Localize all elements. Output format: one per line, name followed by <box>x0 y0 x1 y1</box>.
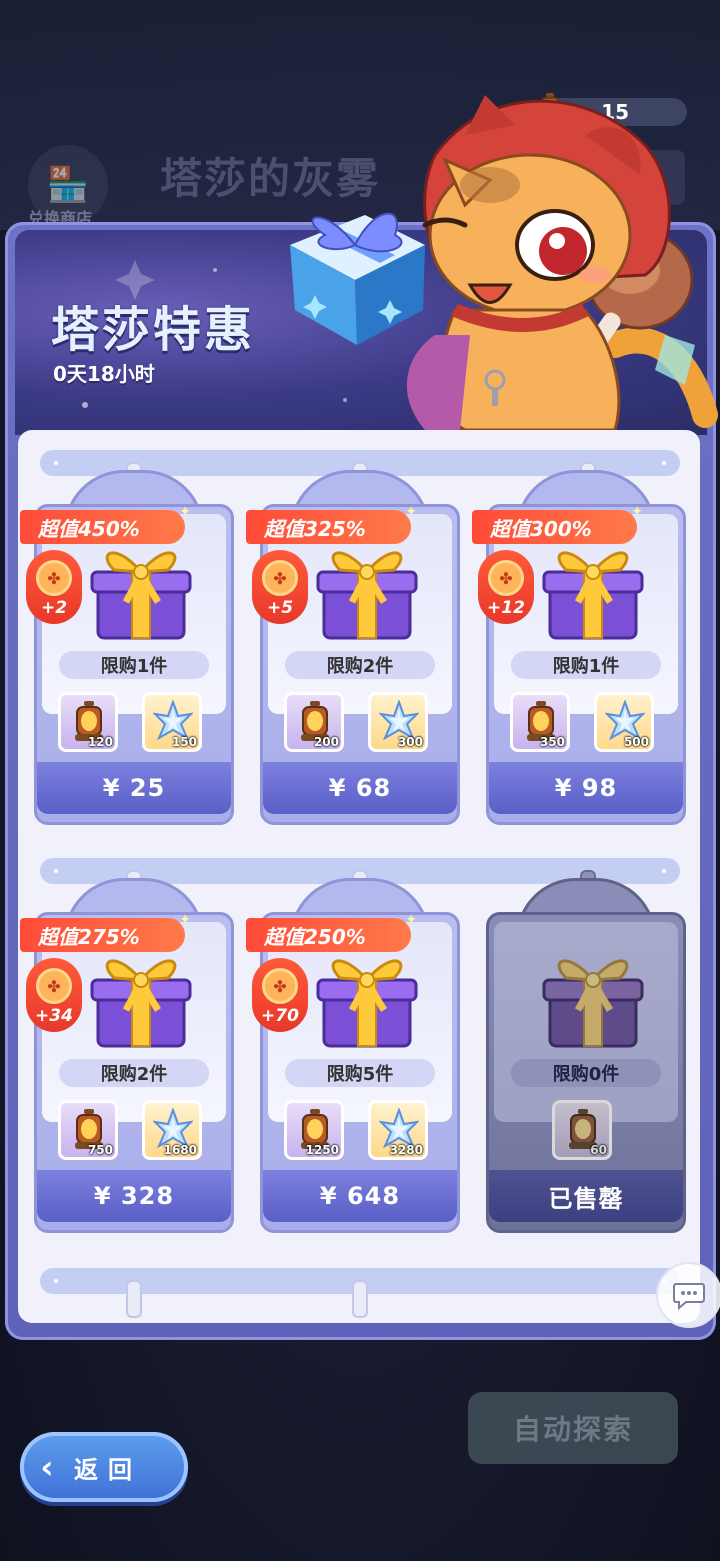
lantern-amount: 60 <box>590 1143 607 1157</box>
bonus-amount: +12 <box>487 598 525 618</box>
offer-card-2[interactable]: 超值325% ✤ +5 限购2件 200 300 <box>246 470 460 825</box>
clover-coin-icon: ✤ <box>262 560 298 596</box>
purchase-limit: 限购2件 <box>59 1059 209 1087</box>
value-ribbon-text: 超值250% <box>264 924 366 949</box>
shelf-peg <box>126 1280 142 1318</box>
reward-items: 1250 3280 <box>284 1100 444 1164</box>
sold-out-label: 已售罄 <box>489 1170 683 1222</box>
purchase-button[interactable]: ¥ 68 <box>263 762 457 814</box>
back-button-label: 返回 <box>74 1455 142 1484</box>
purchase-limit: 限购1件 <box>59 651 209 679</box>
offer-title: 塔莎特惠 <box>51 302 256 358</box>
value-ribbon: 超值325% <box>246 504 417 544</box>
reward-items: 750 1680 <box>58 1100 218 1164</box>
star-crystal-reward[interactable]: 300 <box>368 692 428 752</box>
star-crystal-reward[interactable]: 3280 <box>368 1100 428 1160</box>
bonus-amount: +70 <box>261 1006 299 1026</box>
bonus-badge: ✤ +70 <box>252 958 308 1032</box>
purple-gift-box-icon <box>90 959 192 1048</box>
star-crystal-reward[interactable]: 500 <box>594 692 654 752</box>
lantern-amount: 750 <box>87 1143 113 1157</box>
offer-timer: 0天18小时 <box>53 362 155 386</box>
back-arrow-icon: ‹ <box>40 1448 54 1486</box>
lantern-reward[interactable]: 1250 <box>284 1100 344 1160</box>
back-button[interactable]: ‹ 返回 <box>20 1432 188 1502</box>
purchase-limit: 限购0件 <box>511 1059 661 1087</box>
star-amount: 1680 <box>163 1143 197 1157</box>
lantern-amount: 200 <box>313 735 339 749</box>
shelf-peg <box>352 1280 368 1318</box>
offer-card-5[interactable]: 超值250% ✤ +70 限购5件 1250 3280 <box>246 878 460 1233</box>
offer-list[interactable]: 超值450% ✤ +2 限购1件 120 150 <box>18 430 700 1323</box>
purple-gift-box-icon <box>316 551 418 640</box>
chat-bubble-icon <box>673 1283 705 1310</box>
clover-coin-icon: ✤ <box>36 560 72 596</box>
lantern-amount: 120 <box>87 735 113 749</box>
star-amount: 150 <box>171 735 197 749</box>
bonus-badge: ✤ +2 <box>26 550 82 624</box>
purchase-button[interactable]: ¥ 648 <box>263 1170 457 1222</box>
lantern-reward[interactable]: 200 <box>284 692 344 752</box>
offer-card-3[interactable]: 超值300% ✤ +12 限购1件 350 500 <box>472 470 686 825</box>
bonus-amount: +5 <box>266 598 294 618</box>
purchase-button[interactable]: ¥ 25 <box>37 762 231 814</box>
value-ribbon: 超值275% <box>20 912 191 952</box>
purchase-limit: 限购5件 <box>285 1059 435 1087</box>
clover-coin-icon: ✤ <box>262 968 298 1004</box>
star-crystal-reward[interactable]: 150 <box>142 692 202 752</box>
lantern-amount: 1250 <box>305 1143 339 1157</box>
value-ribbon: 超值300% <box>472 504 643 544</box>
purchase-limit: 限购1件 <box>511 651 661 679</box>
star-amount: 500 <box>623 735 649 749</box>
purchase-button[interactable]: ¥ 328 <box>37 1170 231 1222</box>
bonus-amount: +34 <box>35 1006 73 1026</box>
reward-items: 60 <box>510 1100 670 1164</box>
purple-gift-box-icon <box>542 959 644 1048</box>
purple-gift-box-icon <box>316 959 418 1048</box>
bonus-badge: ✤ +12 <box>478 550 534 624</box>
offer-card-1[interactable]: 超值450% ✤ +2 限购1件 120 150 <box>20 470 234 825</box>
blue-gift-box-icon <box>290 212 425 345</box>
lantern-reward[interactable]: 120 <box>58 692 118 752</box>
value-ribbon-text: 超值450% <box>38 516 140 541</box>
offer-card-6[interactable]: 限购0件 60 已售罄 <box>486 878 686 1233</box>
lantern-reward[interactable]: 60 <box>552 1100 612 1160</box>
bonus-badge: ✤ +5 <box>252 550 308 624</box>
lantern-reward[interactable]: 750 <box>58 1100 118 1160</box>
tasha-mascot-illustration <box>290 95 718 430</box>
reward-items: 350 500 <box>510 692 670 756</box>
star-crystal-reward[interactable]: 1680 <box>142 1100 202 1160</box>
purple-gift-box-icon <box>90 551 192 640</box>
reward-items: 120 150 <box>58 692 218 756</box>
bonus-badge: ✤ +34 <box>26 958 82 1032</box>
lantern-reward[interactable]: 350 <box>510 692 570 752</box>
value-ribbon: 超值450% <box>20 504 191 544</box>
purchase-limit: 限购2件 <box>285 651 435 679</box>
value-ribbon-text: 超值275% <box>38 924 140 949</box>
value-ribbon: 超值250% <box>246 912 417 952</box>
value-ribbon-text: 超值325% <box>264 516 366 541</box>
chat-button[interactable] <box>656 1262 720 1328</box>
lantern-amount: 350 <box>539 735 565 749</box>
bonus-amount: +2 <box>40 598 68 618</box>
clover-coin-icon: ✤ <box>36 968 72 1004</box>
purple-gift-box-icon <box>542 551 644 640</box>
star-amount: 300 <box>397 735 423 749</box>
value-ribbon-text: 超值300% <box>490 516 592 541</box>
reward-items: 200 300 <box>284 692 444 756</box>
purchase-button[interactable]: ¥ 98 <box>489 762 683 814</box>
star-amount: 3280 <box>389 1143 423 1157</box>
auto-explore-button[interactable]: 自动探索 <box>468 1392 678 1464</box>
clover-coin-icon: ✤ <box>488 560 524 596</box>
offer-card-4[interactable]: 超值275% ✤ +34 限购2件 750 1680 <box>20 878 234 1233</box>
